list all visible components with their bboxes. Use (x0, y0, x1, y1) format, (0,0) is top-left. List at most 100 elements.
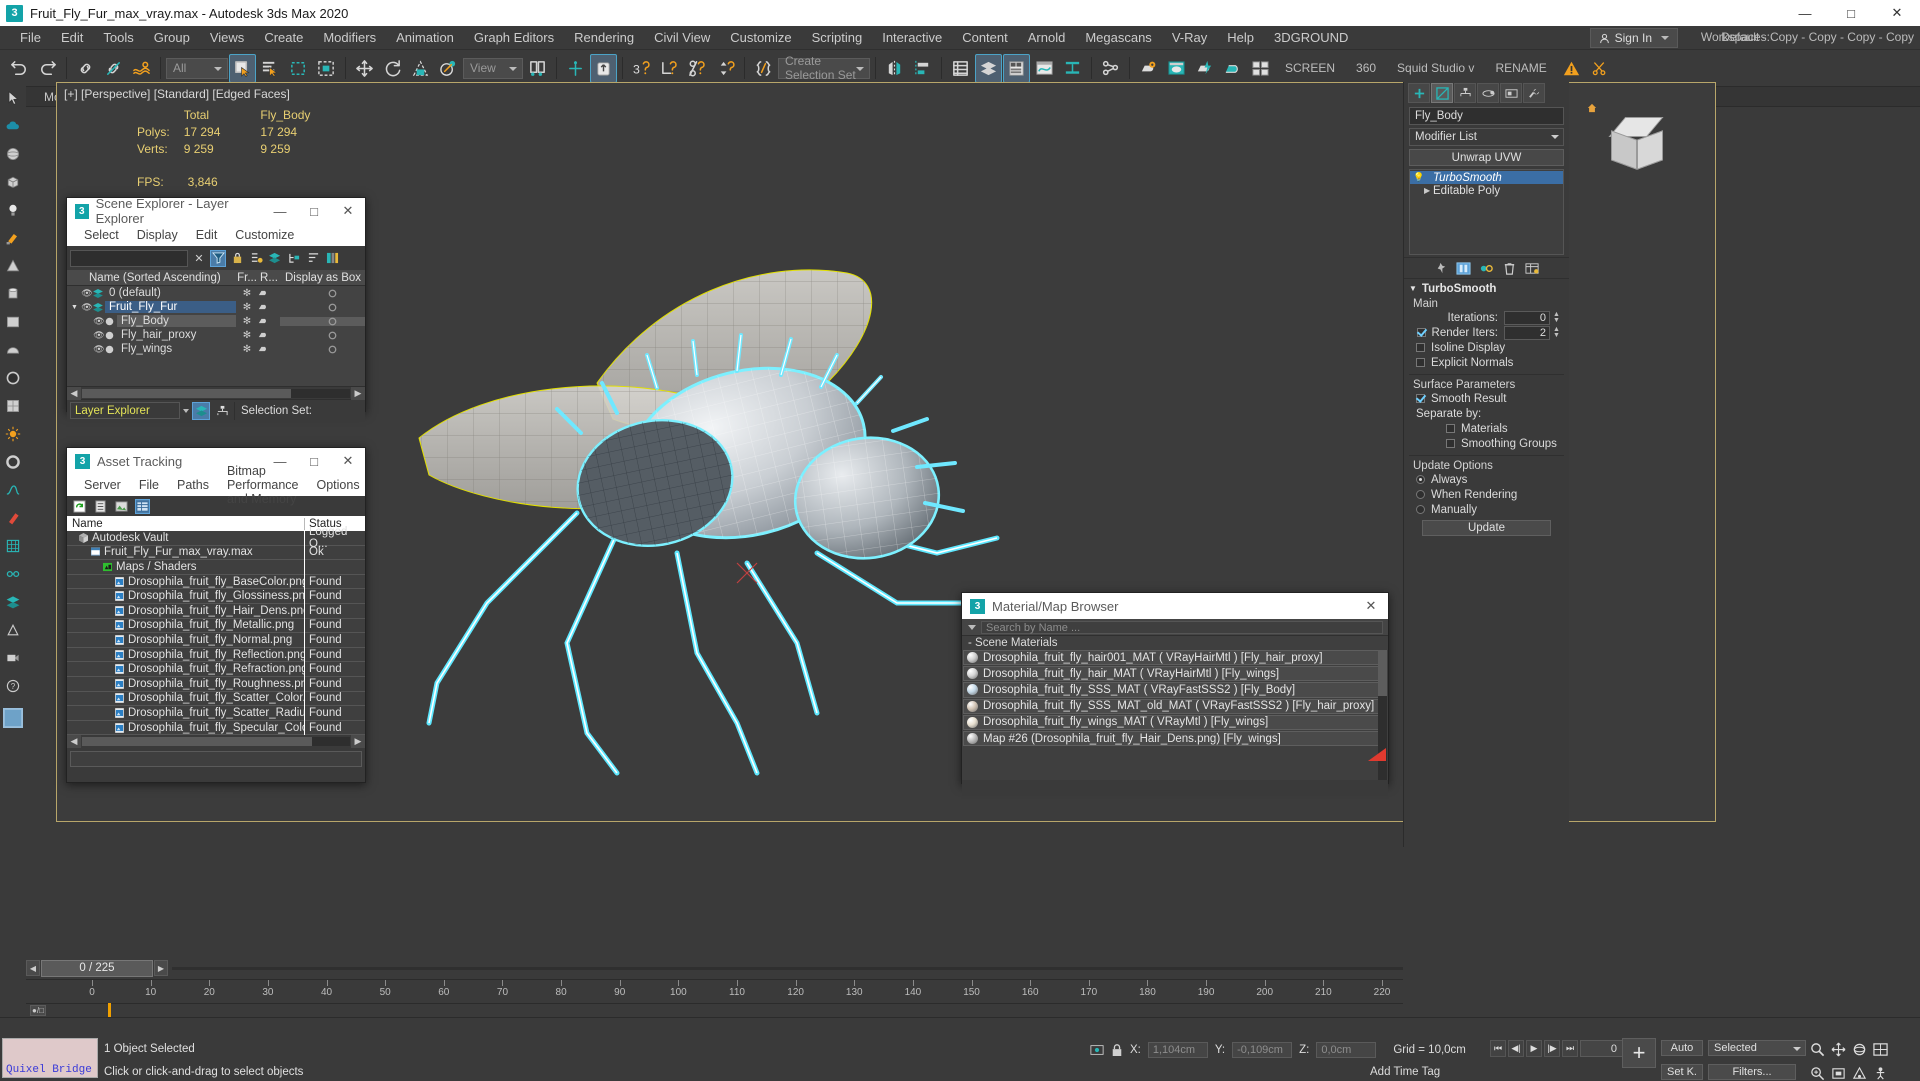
selection-filter-combo[interactable]: All (166, 57, 228, 79)
refresh-icon[interactable] (72, 499, 87, 514)
light-icon[interactable] (3, 200, 23, 220)
track-bar[interactable]: ●/□ (26, 1003, 1403, 1017)
iterations-spinner[interactable]: 0 (1504, 310, 1550, 325)
cloud-icon[interactable] (3, 116, 23, 136)
key-filters-button[interactable]: Filters... (1708, 1064, 1796, 1080)
menu-item-arnold[interactable]: Arnold (1018, 26, 1076, 50)
scroll-left-icon[interactable]: ◀ (67, 386, 81, 400)
expand-triangle-icon[interactable]: ▼ (71, 304, 81, 311)
y-field[interactable]: -0,109cm (1232, 1042, 1293, 1058)
asset-tracking-row[interactable]: Drosophila_fruit_fly_Scatter_Radius.png F… (67, 705, 365, 721)
material-list[interactable]: Drosophila_fruit_fly_hair001_MAT ( VRayH… (962, 650, 1388, 780)
asset-name-cell[interactable]: Drosophila_fruit_fly_Reflection.png (67, 647, 305, 662)
menu-item-tools[interactable]: Tools (93, 26, 143, 50)
asset-name-cell[interactable]: Maps / Shaders (67, 559, 305, 575)
hierarchy-mode-icon[interactable] (213, 402, 231, 420)
object-name-field[interactable]: Fly_Body (1409, 107, 1564, 125)
render-cell[interactable] (258, 303, 280, 311)
show-end-result-icon[interactable] (1456, 261, 1471, 276)
asset-tracking-menu-bitmap-performance-and-memory[interactable]: Bitmap Performance and Memory (218, 464, 308, 506)
spinner-arrows-icon[interactable]: ▲▼ (1552, 326, 1561, 339)
select-and-move-button[interactable] (351, 54, 378, 83)
asset-name-cell[interactable]: Fruit_Fly_Fur_max_vray.max (67, 545, 305, 560)
lock-selection-icon[interactable] (1111, 1043, 1123, 1057)
when-rendering-radio[interactable] (1416, 490, 1425, 499)
sun-icon[interactable] (3, 424, 23, 444)
freeze-cell[interactable]: ✻ (236, 330, 258, 341)
menu-item-3dground[interactable]: 3DGROUND (1264, 26, 1358, 50)
isoline-display-checkbox[interactable] (1416, 343, 1425, 352)
asset-tracking-horizontal-scrollbar[interactable]: ◀ ▶ (67, 735, 365, 749)
render-iters-spinner[interactable]: 2 (1504, 325, 1550, 340)
scene-materials-group-header[interactable]: - Scene Materials (962, 636, 1388, 650)
columns-icon[interactable] (324, 250, 340, 267)
pan-icon[interactable] (1831, 1042, 1846, 1057)
row-name[interactable]: Fly_Body (117, 315, 236, 327)
material-row[interactable]: Drosophila_fruit_fly_hair001_MAT ( VRayH… (963, 650, 1387, 666)
window-icon[interactable] (3, 396, 23, 416)
help-icon[interactable]: ? (3, 676, 23, 696)
menu-item-interactive[interactable]: Interactive (872, 26, 952, 50)
grid-icon[interactable] (3, 536, 23, 556)
hierarchy-icon[interactable] (286, 250, 302, 267)
walk-through-icon[interactable] (1873, 1066, 1888, 1081)
sort-icon[interactable] (305, 250, 321, 267)
asset-tracking-menu-file[interactable]: File (130, 478, 168, 492)
asset-tracking-row[interactable]: Autodesk Vault Logged O... (67, 526, 365, 550)
menu-item-graph-editors[interactable]: Graph Editors (464, 26, 564, 50)
scroll-left-icon[interactable]: ◀ (67, 735, 81, 749)
asset-tracking-row[interactable]: Maps / Shaders (67, 559, 365, 575)
clear-search-icon[interactable]: ✕ (191, 250, 207, 267)
asset-tracking-row[interactable]: Drosophila_fruit_fly_Normal.png Found (67, 632, 365, 648)
scene-explorer-close-button[interactable]: ✕ (331, 198, 365, 224)
use-pivot-point-center-button[interactable] (524, 54, 551, 83)
scene-explorer-row[interactable]: 👁 Fly_Body ✻ (67, 314, 365, 328)
column-freeze[interactable]: Fr... (236, 272, 258, 284)
go-to-end-button[interactable]: ⏭ (1562, 1040, 1578, 1057)
align-button[interactable] (909, 54, 936, 83)
modifier-stack-entry[interactable]: 💡 TurboSmooth (1410, 171, 1563, 184)
freeze-cell[interactable]: ✻ (236, 316, 258, 327)
display-as-box-cell[interactable] (280, 316, 365, 326)
render-cell[interactable] (258, 331, 280, 339)
menu-item-views[interactable]: Views (200, 26, 254, 50)
absolute-mode-icon[interactable] (1090, 1043, 1104, 1057)
asset-tracking-row[interactable]: Drosophila_fruit_fly_Metallic.png Found (67, 618, 365, 634)
display-as-box-cell[interactable] (280, 303, 365, 312)
render-in-cloud-button[interactable] (1247, 54, 1274, 83)
minimize-button[interactable]: — (1782, 0, 1828, 26)
display-as-box-cell[interactable] (280, 345, 365, 354)
scroll-right-icon[interactable]: ▶ (351, 386, 365, 400)
asset-tracking-menu-server[interactable]: Server (75, 478, 130, 492)
scene-explorer-menu-display[interactable]: Display (128, 228, 187, 242)
key-filters-selected-combo[interactable]: Selected (1708, 1040, 1806, 1056)
rollout-header[interactable]: ▼ TurboSmooth (1404, 281, 1569, 296)
time-slider-thumb[interactable]: 0 / 225 (41, 959, 153, 977)
toggle-layer-explorer-button[interactable] (975, 53, 1002, 83)
column-name[interactable]: Name (67, 517, 305, 530)
time-slider-track[interactable] (172, 966, 1403, 970)
select-and-scale-button[interactable] (407, 54, 434, 83)
workspaces-value[interactable]: Default - Copy - Copy - Copy - Copy (1721, 30, 1914, 44)
maximize-button[interactable]: □ (1828, 0, 1874, 26)
scroll-thumb[interactable] (82, 737, 313, 747)
render-setup-button[interactable] (1135, 54, 1162, 83)
camera-icon[interactable] (3, 648, 23, 668)
chevron-down-icon[interactable] (968, 624, 976, 630)
scene-explorer-menu-select[interactable]: Select (75, 228, 128, 242)
asset-tracking-row[interactable]: Drosophila_fruit_fly_Reflection.png Found (67, 647, 365, 663)
selection-set-combo[interactable]: Create Selection Set (778, 54, 870, 82)
row-name[interactable]: Fly_hair_proxy (117, 329, 236, 341)
paint-icon[interactable] (3, 228, 23, 248)
material-row[interactable]: Drosophila_fruit_fly_wings_MAT ( VRayMtl… (963, 714, 1387, 730)
scroll-track[interactable] (82, 388, 350, 398)
cylinder-icon[interactable] (3, 284, 23, 304)
field-of-view-icon[interactable] (1852, 1066, 1867, 1081)
key-filter-icon[interactable]: ●/□ (30, 1005, 46, 1016)
toggle-scene-explorer-button[interactable] (947, 54, 974, 83)
asset-tracking-status-field[interactable] (70, 751, 362, 768)
bind-to-space-warp-button[interactable] (128, 54, 155, 83)
display-as-box-cell[interactable] (280, 289, 365, 298)
explicit-normals-checkbox[interactable] (1416, 358, 1425, 367)
row-name[interactable]: Fruit_Fly_Fur (105, 301, 236, 313)
